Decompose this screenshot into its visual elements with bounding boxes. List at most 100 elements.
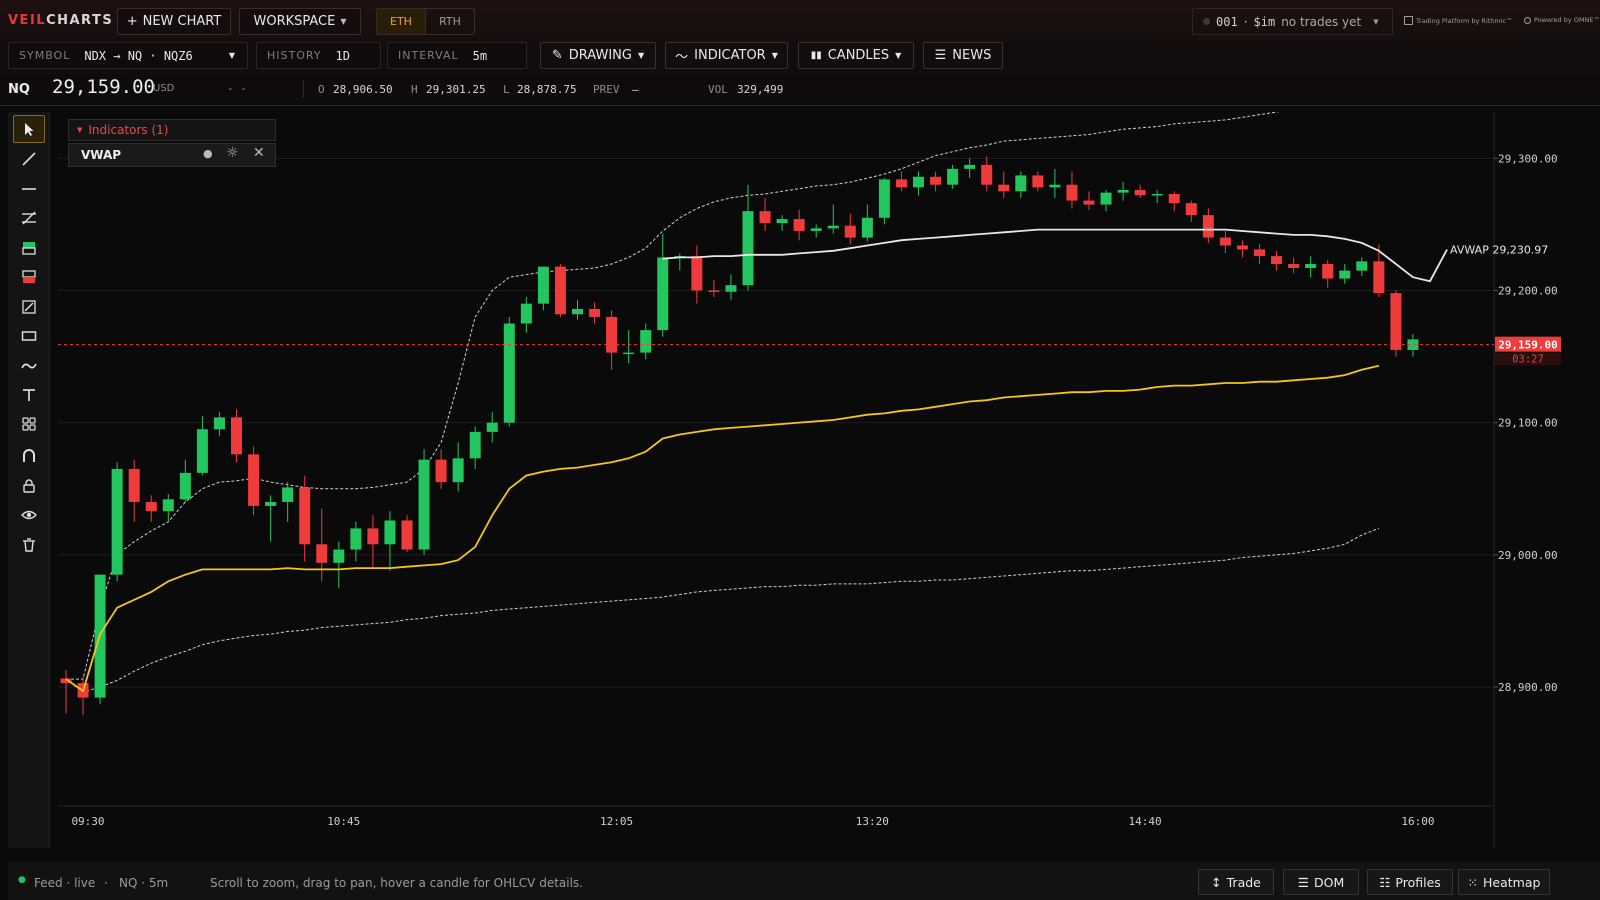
vwap-upper-band bbox=[66, 112, 1280, 680]
logo-accent: VEIL bbox=[8, 13, 47, 28]
rectangle-tool[interactable] bbox=[13, 322, 45, 350]
x-tick-label: 16:00 bbox=[1401, 815, 1434, 828]
account-separator: · bbox=[1243, 14, 1248, 29]
candle-body bbox=[1271, 256, 1283, 265]
candle-body bbox=[1168, 193, 1180, 204]
short-position-tool[interactable] bbox=[13, 263, 45, 291]
live-dot-icon: ● bbox=[18, 875, 26, 885]
history-selector[interactable]: HISTORY 1D bbox=[256, 42, 381, 69]
high-value: 29,301.25 bbox=[426, 83, 486, 96]
short-position-icon bbox=[22, 270, 36, 283]
history-value: 1D bbox=[335, 48, 350, 63]
trash-icon bbox=[23, 538, 35, 552]
close-icon[interactable]: ✕ bbox=[253, 145, 265, 161]
candle-body bbox=[640, 330, 652, 353]
candle-body bbox=[1100, 192, 1112, 205]
candle-body bbox=[1305, 264, 1317, 268]
brush-tool[interactable] bbox=[13, 352, 45, 380]
session-toggle: ETH RTH bbox=[376, 8, 475, 35]
indicators-header[interactable]: ▼ Indicators (1) bbox=[68, 119, 276, 141]
candle-body bbox=[1066, 184, 1078, 201]
lock-tool[interactable] bbox=[13, 472, 45, 500]
workspace-button[interactable]: WORKSPACE ▼ bbox=[239, 8, 361, 35]
profiles-button[interactable]: ☷ Profiles bbox=[1367, 869, 1453, 895]
candle-body bbox=[623, 352, 635, 355]
chevron-down-icon: ▼ bbox=[771, 51, 778, 60]
candle-body bbox=[333, 549, 345, 563]
footer-separator: · bbox=[104, 876, 108, 890]
feed-status: Feed · live bbox=[34, 876, 96, 890]
price-chart[interactable]: 29,300.00 29,200.00 29,100.00 29,000.00 28,9… bbox=[58, 112, 1600, 848]
news-button[interactable]: ☰ NEWS bbox=[923, 42, 1003, 69]
long-position-tool[interactable] bbox=[13, 234, 45, 262]
plus-icon: + bbox=[126, 14, 138, 29]
candle-body bbox=[554, 266, 566, 315]
candle-body bbox=[759, 211, 771, 224]
x-tick-label: 14:40 bbox=[1129, 815, 1162, 828]
indicators-header-label: Indicators (1) bbox=[88, 123, 169, 137]
candle-body bbox=[861, 217, 873, 238]
long-position-icon bbox=[22, 242, 36, 255]
eye-icon bbox=[21, 510, 37, 520]
trend-line-icon bbox=[22, 152, 36, 166]
vwap-lower-band bbox=[65, 527, 1380, 693]
candle-body bbox=[401, 520, 413, 550]
quote-currency: USD bbox=[153, 83, 175, 94]
horizontal-line-tool[interactable] bbox=[13, 175, 45, 203]
drawing-menu-button[interactable]: ✎ DRAWING ▼ bbox=[540, 42, 656, 69]
low-value: 28,878.75 bbox=[517, 83, 577, 96]
pencil-icon: ✎ bbox=[551, 48, 563, 63]
dom-button[interactable]: ☰ DOM bbox=[1283, 869, 1359, 895]
rectangle-icon bbox=[21, 331, 37, 341]
trade-button[interactable]: ↕ Trade bbox=[1198, 869, 1274, 895]
status-bar: ● Feed · live · NQ · 5m Scroll to zoom, … bbox=[8, 862, 1600, 900]
candle-body bbox=[469, 431, 481, 459]
open-value: 28,906.50 bbox=[333, 83, 393, 96]
y-tick-label: 29,200.00 bbox=[1498, 284, 1558, 297]
settings-icon[interactable]: ☼ bbox=[226, 145, 239, 161]
candle-body bbox=[520, 303, 532, 324]
account-status-dot bbox=[1203, 18, 1210, 25]
top-bar: VEILCHARTS + NEW CHART WORKSPACE ▼ ETH R… bbox=[0, 0, 1600, 42]
text-icon bbox=[23, 389, 35, 401]
triangle-down-icon: ▼ bbox=[77, 126, 83, 134]
heatmap-button[interactable]: ⁙ Heatmap bbox=[1458, 869, 1550, 895]
text-tool[interactable] bbox=[13, 381, 45, 409]
candle-body bbox=[213, 417, 225, 430]
candles-menu-button[interactable]: ▮▮ CANDLES ▼ bbox=[798, 42, 914, 69]
delete-tool[interactable] bbox=[13, 531, 45, 559]
candle-body bbox=[162, 499, 174, 512]
chevron-down-icon: ▼ bbox=[340, 17, 347, 26]
new-chart-button[interactable]: + NEW CHART bbox=[117, 8, 231, 35]
visibility-tool[interactable] bbox=[13, 501, 45, 529]
symbol-selector[interactable]: SYMBOL NDX → NQ · NQZ6 ▼ bbox=[8, 42, 248, 69]
chart-area[interactable]: 29,300.00 29,200.00 29,100.00 29,000.00 28,9… bbox=[58, 112, 1600, 848]
candle-body bbox=[537, 266, 549, 304]
candle-body bbox=[435, 459, 447, 483]
visibility-dot-icon[interactable]: ● bbox=[203, 147, 213, 160]
prev-value: – bbox=[632, 83, 639, 96]
candle-body bbox=[878, 179, 890, 218]
news-label: NEWS bbox=[952, 48, 992, 63]
magnet-tool[interactable] bbox=[13, 442, 45, 470]
candle-body bbox=[418, 459, 430, 550]
candle-body bbox=[1134, 189, 1146, 196]
candle-body bbox=[452, 458, 464, 483]
trend-line-tool[interactable] bbox=[13, 145, 45, 173]
x-tick-label: 10:45 bbox=[327, 815, 360, 828]
session-eth-button[interactable]: ETH bbox=[377, 9, 426, 34]
account-selector[interactable]: 001 · $im no trades yet ▼ bbox=[1192, 8, 1393, 35]
measure-tool[interactable] bbox=[13, 293, 45, 321]
patterns-tool[interactable] bbox=[13, 410, 45, 438]
list-icon: ☰ bbox=[1297, 874, 1309, 890]
candle-body bbox=[657, 257, 669, 331]
session-rth-button[interactable]: RTH bbox=[426, 9, 474, 34]
interval-selector[interactable]: INTERVAL 5m bbox=[387, 42, 527, 69]
channel-tool[interactable] bbox=[13, 204, 45, 232]
indicator-menu-button[interactable]: 〜 INDICATOR ▼ bbox=[665, 42, 788, 69]
brush-icon bbox=[21, 363, 37, 369]
candle-body bbox=[827, 225, 839, 229]
cursor-tool[interactable] bbox=[13, 115, 45, 143]
omne-brand-text: Powered by OMNE™ bbox=[1534, 16, 1600, 24]
candle-body bbox=[1373, 261, 1385, 294]
